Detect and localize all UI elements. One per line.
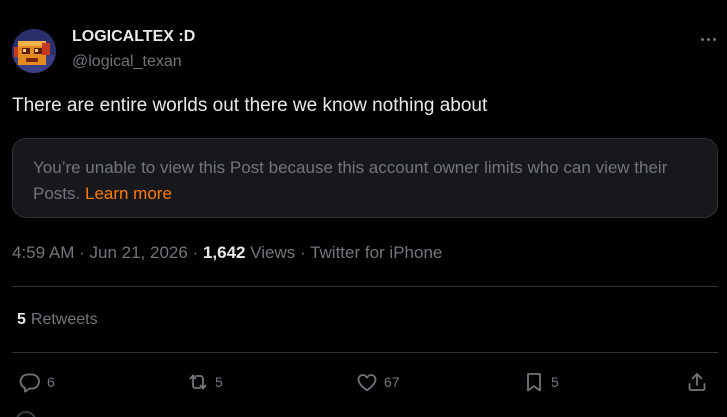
views-label: Views xyxy=(250,243,296,262)
restricted-notice: You’re unable to view this Post because … xyxy=(12,138,718,218)
more-dots-icon[interactable] xyxy=(694,30,722,48)
pixel-robot-avatar-icon xyxy=(12,29,56,73)
reply-count: 6 xyxy=(47,374,55,390)
reply-button[interactable]: 6 xyxy=(18,369,55,395)
retweets-stat[interactable]: 5 Retweets xyxy=(17,311,98,329)
meta-separator: · xyxy=(300,243,311,262)
share-upload-icon xyxy=(688,373,706,391)
like-count: 67 xyxy=(384,374,400,390)
share-button[interactable] xyxy=(685,369,709,395)
tweet-date[interactable]: Jun 21, 2026 xyxy=(90,243,188,262)
like-button[interactable]: 67 xyxy=(355,369,400,395)
tweet-meta: 4:59 AM · Jun 21, 2026 · 1,642 Views · T… xyxy=(12,243,442,263)
author-display-name[interactable]: LOGICALTEX :D xyxy=(72,28,195,46)
views-count: 1,642 xyxy=(202,243,246,262)
divider xyxy=(12,352,718,353)
learn-more-link[interactable]: Learn more xyxy=(85,184,172,203)
heart-icon xyxy=(357,374,377,392)
bookmark-icon xyxy=(527,373,541,392)
avatar[interactable] xyxy=(12,29,56,73)
retweet-button[interactable]: 5 xyxy=(186,369,223,395)
divider xyxy=(12,286,718,287)
meta-separator: · xyxy=(79,243,90,262)
author-handle[interactable]: @logical_texan xyxy=(72,53,182,71)
retweet-count: 5 xyxy=(215,374,223,390)
meta-separator: · xyxy=(192,243,203,262)
tweet-text: There are entire worlds out there we kno… xyxy=(12,95,488,116)
bookmark-button[interactable]: 5 xyxy=(522,369,559,395)
tweet-source[interactable]: Twitter for iPhone xyxy=(310,243,442,262)
retweets-stat-label: Retweets xyxy=(30,311,98,328)
tweet-time[interactable]: 4:59 AM xyxy=(12,243,74,262)
retweets-stat-count: 5 xyxy=(17,311,26,328)
bookmark-count: 5 xyxy=(551,374,559,390)
reply-bubble-icon xyxy=(19,373,40,393)
retweet-arrows-icon xyxy=(189,374,207,390)
next-item-partial-icon xyxy=(14,407,38,417)
tweet: LOGICALTEX :D @logical_texan There are e… xyxy=(0,0,727,417)
